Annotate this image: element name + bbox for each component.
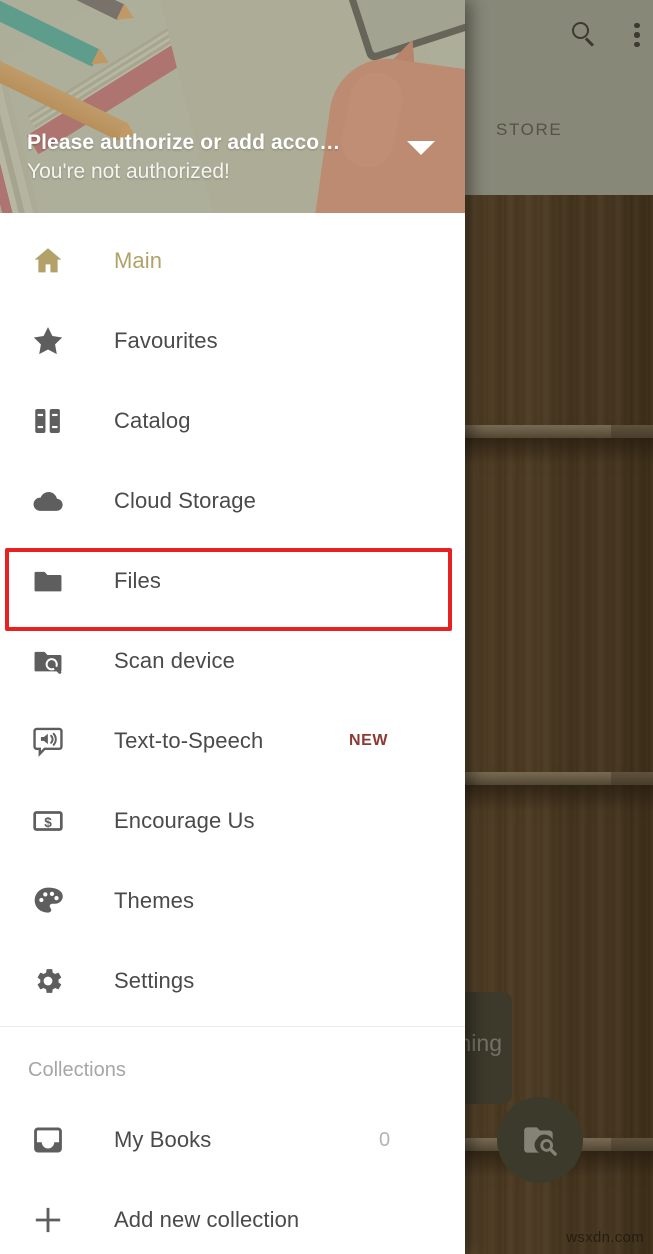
folder-icon (28, 561, 68, 601)
star-icon (28, 321, 68, 361)
collection-item-label: My Books (114, 1127, 212, 1152)
sidebar-item-catalog[interactable]: Catalog (0, 381, 465, 461)
scan-fab-button[interactable] (497, 1097, 583, 1183)
books-icon (28, 401, 68, 441)
collections-section-title: Collections (28, 1059, 126, 1081)
collections-list: My Books 0 Add new collection (0, 1082, 465, 1254)
inbox-icon (28, 1120, 68, 1160)
sidebar-item-label: Favourites (114, 328, 218, 353)
account-status: You're not authorized! (27, 159, 230, 183)
sidebar-item-label: Scan device (114, 648, 235, 673)
sidebar-item-label: Text-to-Speech (114, 728, 264, 753)
sidebar-item-main[interactable]: Main (0, 221, 465, 301)
folder-scan-icon (28, 641, 68, 681)
drawer-header[interactable]: Please authorize or add acco… You're not… (0, 0, 465, 213)
app-screen: STORE hing wsxdn.com Please authorize or… (0, 0, 653, 1254)
more-vertical-icon[interactable] (634, 22, 640, 48)
account-title: Please authorize or add acco… (27, 131, 341, 155)
sidebar-item-label: Catalog (114, 408, 191, 433)
account-header-text: Please authorize or add acco… You're not… (27, 130, 397, 185)
palette-icon (28, 881, 68, 921)
tab-store[interactable]: STORE (496, 120, 562, 140)
status-badge-new: NEW (349, 732, 389, 749)
collection-item-label: Add new collection (114, 1207, 300, 1232)
drawer-nav-list: Main Favourites Catalog Cloud Storage Fi… (0, 213, 465, 1021)
fab-tooltip-text: hing (458, 1030, 502, 1056)
sidebar-item-label: Themes (114, 888, 195, 913)
sidebar-item-label: Main (114, 248, 163, 273)
sidebar-item-label: Settings (114, 968, 195, 993)
sidebar-item-scan-device[interactable]: Scan device (0, 621, 465, 701)
svg-text:$: $ (44, 815, 52, 830)
speech-bubble-speaker-icon (28, 721, 68, 761)
sidebar-item-label: Files (114, 568, 161, 593)
cloud-icon (28, 481, 68, 521)
sidebar-item-themes[interactable]: Themes (0, 861, 465, 941)
sidebar-item-settings[interactable]: Settings (0, 941, 465, 1021)
collection-item-my-books[interactable]: My Books 0 (0, 1100, 465, 1180)
home-icon (28, 241, 68, 281)
sidebar-item-encourage-us[interactable]: $ Encourage Us (0, 781, 465, 861)
gear-icon (28, 961, 68, 1001)
sidebar-item-label: Cloud Storage (114, 488, 256, 513)
sidebar-item-label: Encourage Us (114, 808, 255, 833)
collection-item-add-new[interactable]: Add new collection (0, 1180, 465, 1254)
navigation-drawer: Please authorize or add acco… You're not… (0, 0, 465, 1254)
search-icon[interactable] (572, 22, 598, 48)
plus-icon (28, 1200, 68, 1240)
sidebar-item-cloud-storage[interactable]: Cloud Storage (0, 461, 465, 541)
sidebar-item-text-to-speech[interactable]: Text-to-Speech NEW (0, 701, 465, 781)
folder-scan-icon (524, 1127, 557, 1156)
watermark: wsxdn.com (566, 1229, 644, 1246)
chevron-down-icon[interactable] (407, 141, 435, 155)
sidebar-item-files[interactable]: Files (0, 541, 465, 621)
sidebar-item-favourites[interactable]: Favourites (0, 301, 465, 381)
money-icon: $ (28, 801, 68, 841)
collection-item-count: 0 (379, 1128, 391, 1151)
